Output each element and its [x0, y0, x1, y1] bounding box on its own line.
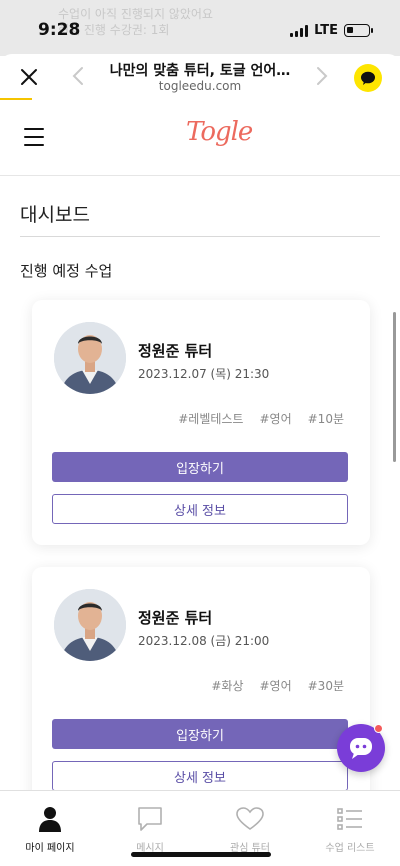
status-indicators: LTE — [290, 23, 373, 38]
signal-icon — [290, 24, 309, 37]
lesson-tag: #30분 — [307, 679, 344, 693]
browser-bar: 나만의 맞춤 튜터, 토글 언어… togleedu.com — [0, 54, 400, 100]
tutor-avatar — [54, 322, 126, 394]
home-indicator — [131, 852, 271, 857]
lesson-detail-button[interactable]: 상세 정보 — [52, 494, 348, 524]
nav-item-label: 수업 리스트 — [325, 843, 375, 854]
nav-item-lesson-list[interactable]: 수업 리스트 — [300, 791, 400, 866]
status-time: 9:28 — [38, 20, 81, 40]
network-label: LTE — [314, 23, 338, 38]
battery-icon — [344, 24, 373, 37]
lesson-datetime: 2023.12.08 (금) 21:00 — [138, 634, 270, 648]
list-icon — [336, 805, 364, 833]
browser-url: togleedu.com — [158, 79, 242, 93]
lesson-tag: #영어 — [259, 412, 292, 426]
lesson-card: 정원준 튜터 2023.12.08 (금) 21:00 #화상 #영어 #30분… — [32, 567, 370, 827]
enter-lesson-button[interactable]: 입장하기 — [52, 719, 348, 749]
close-icon[interactable] — [18, 66, 40, 88]
page-title: 대시보드 — [20, 204, 90, 226]
person-icon — [36, 805, 64, 833]
section-title: 진행 예정 수업 — [20, 262, 113, 280]
lesson-tag: #레벨테스트 — [178, 412, 244, 426]
notification-dot — [374, 724, 383, 733]
menu-icon[interactable] — [24, 128, 44, 146]
tutor-name: 정원준 튜터 — [138, 342, 213, 360]
lesson-tag: #화상 — [211, 679, 244, 693]
site-logo[interactable]: Togle — [186, 117, 253, 147]
scrollbar[interactable] — [393, 312, 396, 462]
title-divider — [20, 236, 380, 237]
back-arrow-icon[interactable] — [72, 66, 84, 91]
nav-item-my-page[interactable]: 마이 페이지 — [0, 791, 100, 866]
forward-arrow-icon[interactable] — [316, 66, 328, 91]
site-header: Togle — [0, 100, 400, 176]
browser-page-title: 나만의 맞춤 튜터, 토글 언어… — [109, 63, 291, 79]
chat-fab-button[interactable] — [337, 724, 385, 772]
kakao-chat-icon[interactable] — [354, 64, 382, 92]
enter-lesson-button[interactable]: 입장하기 — [52, 452, 348, 482]
lesson-detail-button[interactable]: 상세 정보 — [52, 761, 348, 791]
lesson-datetime: 2023.12.07 (목) 21:30 — [138, 367, 270, 381]
lesson-tags: #레벨테스트 #영어 #10분 — [178, 410, 344, 427]
status-bar: 수업이 아직 진행되지 않았어요 현재 진행 수강권: 1회 9:28 LTE — [0, 0, 400, 56]
message-icon — [136, 805, 164, 833]
lesson-tags: #화상 #영어 #30분 — [211, 677, 344, 694]
chat-bubble-icon — [350, 738, 372, 759]
lesson-card: 정원준 튜터 2023.12.07 (목) 21:30 #레벨테스트 #영어 #… — [32, 300, 370, 545]
nav-item-label: 마이 페이지 — [25, 843, 75, 854]
heart-icon — [236, 805, 264, 833]
lesson-tag: #10분 — [307, 412, 344, 426]
tutor-avatar — [54, 589, 126, 661]
status-ghost-text: 수업이 아직 진행되지 않았어요 현재 진행 수강권: 1회 — [58, 7, 213, 37]
lesson-tag: #영어 — [259, 679, 292, 693]
tutor-name: 정원준 튜터 — [138, 609, 213, 627]
